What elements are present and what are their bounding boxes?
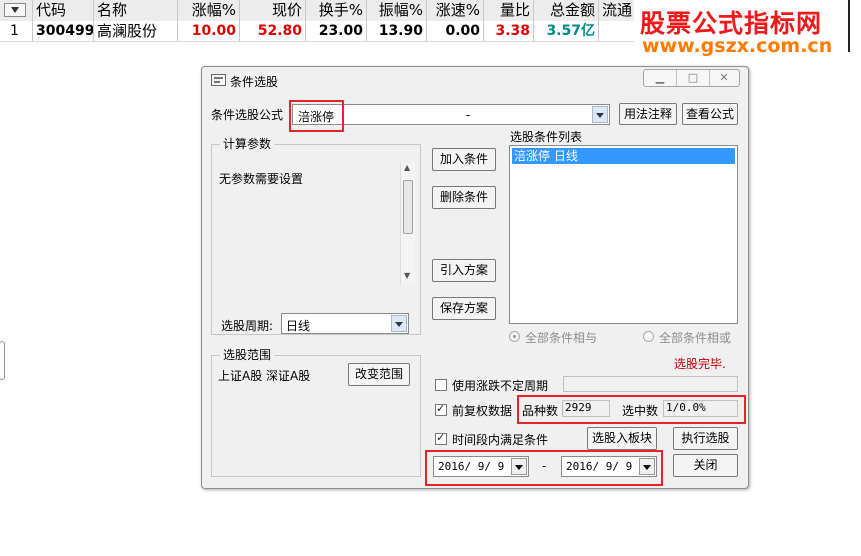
row-amplitude: 13.90 — [367, 21, 427, 41]
period-select[interactable]: 日线 — [281, 313, 409, 334]
params-text: 无参数需要设置 — [219, 172, 304, 186]
dialog-title: 条件选股 — [230, 75, 279, 89]
header-name[interactable]: 名称 — [94, 0, 178, 21]
formula-label: 条件选股公式 — [211, 108, 284, 122]
status-text: 选股完毕. — [674, 357, 726, 371]
row-price: 52.80 — [240, 21, 306, 41]
row-volume-ratio: 3.38 — [484, 21, 534, 41]
condition-list[interactable]: 涪涨停 日线 — [509, 145, 738, 324]
timespan-label: 时间段内满足条件 — [452, 433, 549, 447]
scroll-down-icon[interactable]: ▼ — [404, 271, 410, 280]
condition-list-label: 选股条件列表 — [510, 130, 583, 144]
radio-and[interactable] — [509, 331, 520, 342]
table-row[interactable]: 1 300499 高澜股份 10.00 52.80 23.00 13.90 0.… — [0, 21, 634, 42]
execute-select-button[interactable]: 执行选股 — [673, 427, 738, 450]
use-variable-period-label: 使用涨跌不定周期 — [452, 379, 549, 393]
annotation-count — [517, 395, 746, 424]
app-icon — [211, 74, 226, 86]
dialog-titlebar[interactable]: 条件选股 ▁ □ ✕ — [202, 67, 748, 95]
usage-note-button[interactable]: 用法注释 — [619, 103, 677, 125]
range-group-label: 选股范围 — [220, 346, 275, 363]
header-price[interactable]: 现价 — [240, 0, 306, 21]
scroll-up-icon[interactable]: ▲ — [404, 163, 410, 172]
progress-field — [563, 376, 738, 392]
header-float[interactable]: 流通 — [599, 0, 634, 21]
save-plan-button[interactable]: 保存方案 — [432, 297, 496, 320]
chevron-down-icon[interactable] — [391, 315, 407, 332]
row-code: 300499 — [33, 21, 94, 41]
header-amplitude[interactable]: 振幅% — [367, 0, 427, 21]
view-formula-button[interactable]: 查看公式 — [682, 103, 738, 125]
formula-desc: - — [466, 108, 471, 122]
row-change-pct: 10.00 — [178, 21, 240, 41]
use-variable-period-checkbox[interactable] — [435, 379, 447, 391]
row-name: 高澜股份 — [94, 21, 178, 41]
radio-or[interactable] — [643, 331, 654, 342]
delete-condition-button[interactable]: 删除条件 — [432, 186, 496, 209]
window-controls: ▁ □ ✕ — [643, 69, 740, 87]
radio-or-label: 全部条件相或 — [659, 331, 732, 345]
watermark-url: www.gszx.com.cn — [642, 35, 833, 57]
timespan-checkbox[interactable] — [435, 431, 447, 445]
params-scrollbar[interactable]: ▲ ▼ — [400, 163, 415, 285]
scroll-thumb[interactable] — [403, 180, 413, 234]
header-turnover[interactable]: 换手% — [306, 0, 367, 21]
annotation-dates — [425, 450, 663, 486]
add-to-block-button[interactable]: 选股入板块 — [587, 427, 657, 450]
sort-dropdown-icon[interactable] — [4, 3, 26, 17]
minimize-icon[interactable]: ▁ — [644, 70, 676, 86]
chevron-down-icon[interactable] — [592, 106, 608, 123]
list-item[interactable]: 涪涨停 日线 — [512, 148, 735, 164]
close-icon[interactable]: ✕ — [708, 70, 740, 86]
radio-and-label: 全部条件相与 — [525, 331, 598, 345]
row-float — [599, 21, 634, 41]
header-code[interactable]: 代码 — [33, 0, 94, 21]
row-amount: 3.57亿 — [534, 21, 599, 41]
params-group-label: 计算参数 — [220, 135, 275, 152]
row-speed: 0.00 — [427, 21, 484, 41]
header-speed[interactable]: 涨速% — [427, 0, 484, 21]
annotation-formula — [289, 100, 344, 132]
header-change-pct[interactable]: 涨幅% — [178, 0, 240, 21]
change-range-button[interactable]: 改变范围 — [348, 363, 410, 386]
close-button[interactable]: 关闭 — [673, 454, 738, 477]
import-plan-button[interactable]: 引入方案 — [432, 259, 496, 282]
stock-grid: 代码 名称 涨幅% 现价 换手% 振幅% 涨速% 量比 总金额 流通 1 300… — [0, 0, 634, 42]
period-label: 选股周期: — [221, 319, 274, 333]
header-sort-cell[interactable] — [0, 0, 33, 21]
row-turnover: 23.00 — [306, 21, 367, 41]
grid-header: 代码 名称 涨幅% 现价 换手% 振幅% 涨速% 量比 总金额 流通 — [0, 0, 634, 22]
header-volume-ratio[interactable]: 量比 — [484, 0, 534, 21]
left-edge-handle — [0, 341, 5, 380]
add-condition-button[interactable]: 加入条件 — [432, 148, 496, 171]
grid-divider — [848, 0, 850, 52]
forward-adjust-label: 前复权数据 — [452, 404, 513, 418]
range-text: 上证A股 深证A股 — [218, 369, 311, 383]
forward-adjust-checkbox[interactable] — [435, 402, 447, 416]
period-value: 日线 — [286, 319, 311, 333]
condition-select-dialog: 条件选股 ▁ □ ✕ 条件选股公式 涪涨停 - 用法注释 查看公式 计算参数 无… — [201, 66, 749, 489]
row-index: 1 — [0, 21, 33, 41]
maximize-icon[interactable]: □ — [676, 70, 710, 86]
header-amount[interactable]: 总金额 — [534, 0, 599, 21]
